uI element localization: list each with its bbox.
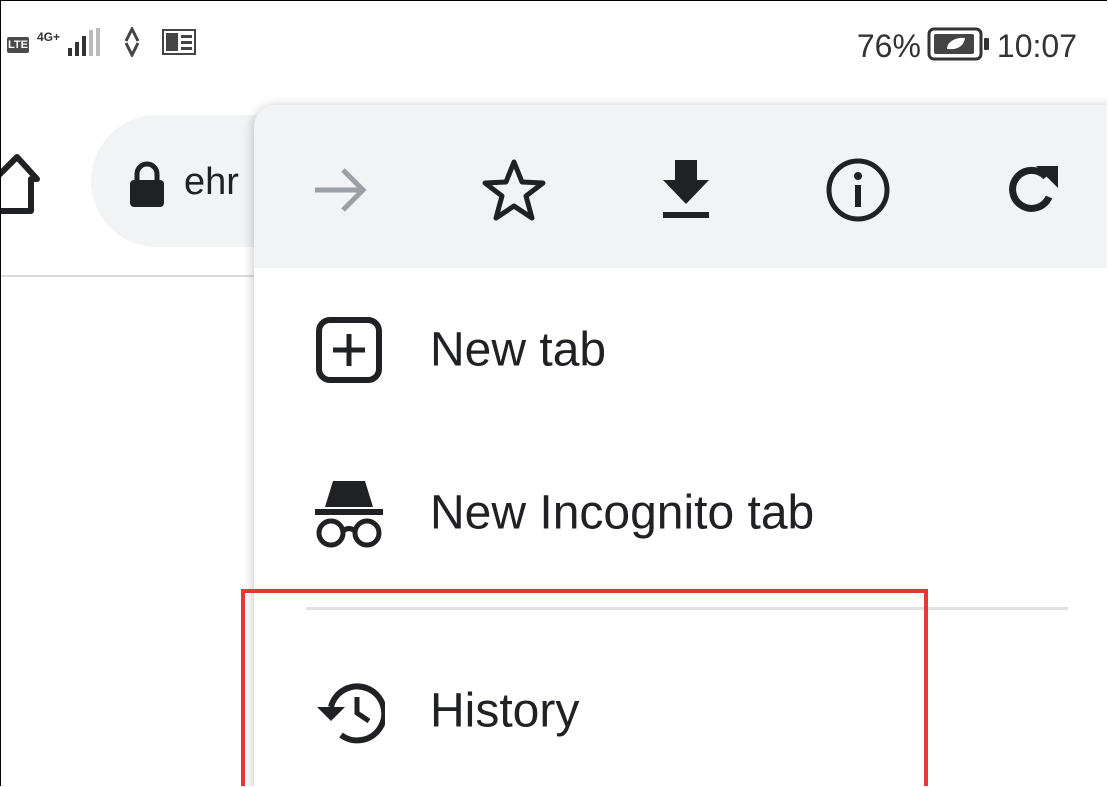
status-right-group: 76% 10:07 xyxy=(857,27,1077,66)
url-text[interactable]: ehr xyxy=(184,161,239,204)
network-type-label: 4G+ xyxy=(37,29,61,44)
menu-item-label: New Incognito tab xyxy=(430,486,815,540)
status-bar: LTE 4G+ 76% 10:07 xyxy=(1,1,1107,91)
menu-separator xyxy=(306,607,1068,610)
home-icon[interactable] xyxy=(1,149,41,220)
battery-percent: 76% xyxy=(856,28,921,64)
lock-icon xyxy=(127,161,167,214)
menu-item-label: New tab xyxy=(430,323,607,377)
lte-badge: LTE xyxy=(7,36,29,53)
data-transfer-icon xyxy=(120,25,144,62)
status-left-group: LTE 4G+ xyxy=(7,25,197,62)
signal-strength-icon xyxy=(68,28,102,61)
star-icon[interactable] xyxy=(479,155,549,225)
overflow-menu: New tab New Incognito tab History xyxy=(254,105,1107,786)
incognito-icon xyxy=(309,473,389,553)
forward-icon[interactable] xyxy=(306,155,376,225)
menu-item-new-tab[interactable]: New tab xyxy=(254,290,1107,410)
battery-icon xyxy=(927,27,991,66)
menu-item-new-incognito-tab[interactable]: New Incognito tab xyxy=(254,453,1107,573)
menu-item-label: History xyxy=(430,684,580,738)
download-icon[interactable] xyxy=(651,155,721,225)
notification-app-icon xyxy=(162,29,197,60)
info-icon[interactable] xyxy=(823,155,893,225)
new-tab-icon xyxy=(309,310,389,390)
clock-time: 10:07 xyxy=(996,28,1077,64)
menu-icon-bar xyxy=(254,105,1107,268)
history-icon xyxy=(309,671,389,751)
reload-icon[interactable] xyxy=(997,155,1067,225)
screen: LTE 4G+ 76% 10:07 ehr New tab New Incogn… xyxy=(0,0,1107,786)
menu-item-history[interactable]: History xyxy=(254,651,1107,771)
